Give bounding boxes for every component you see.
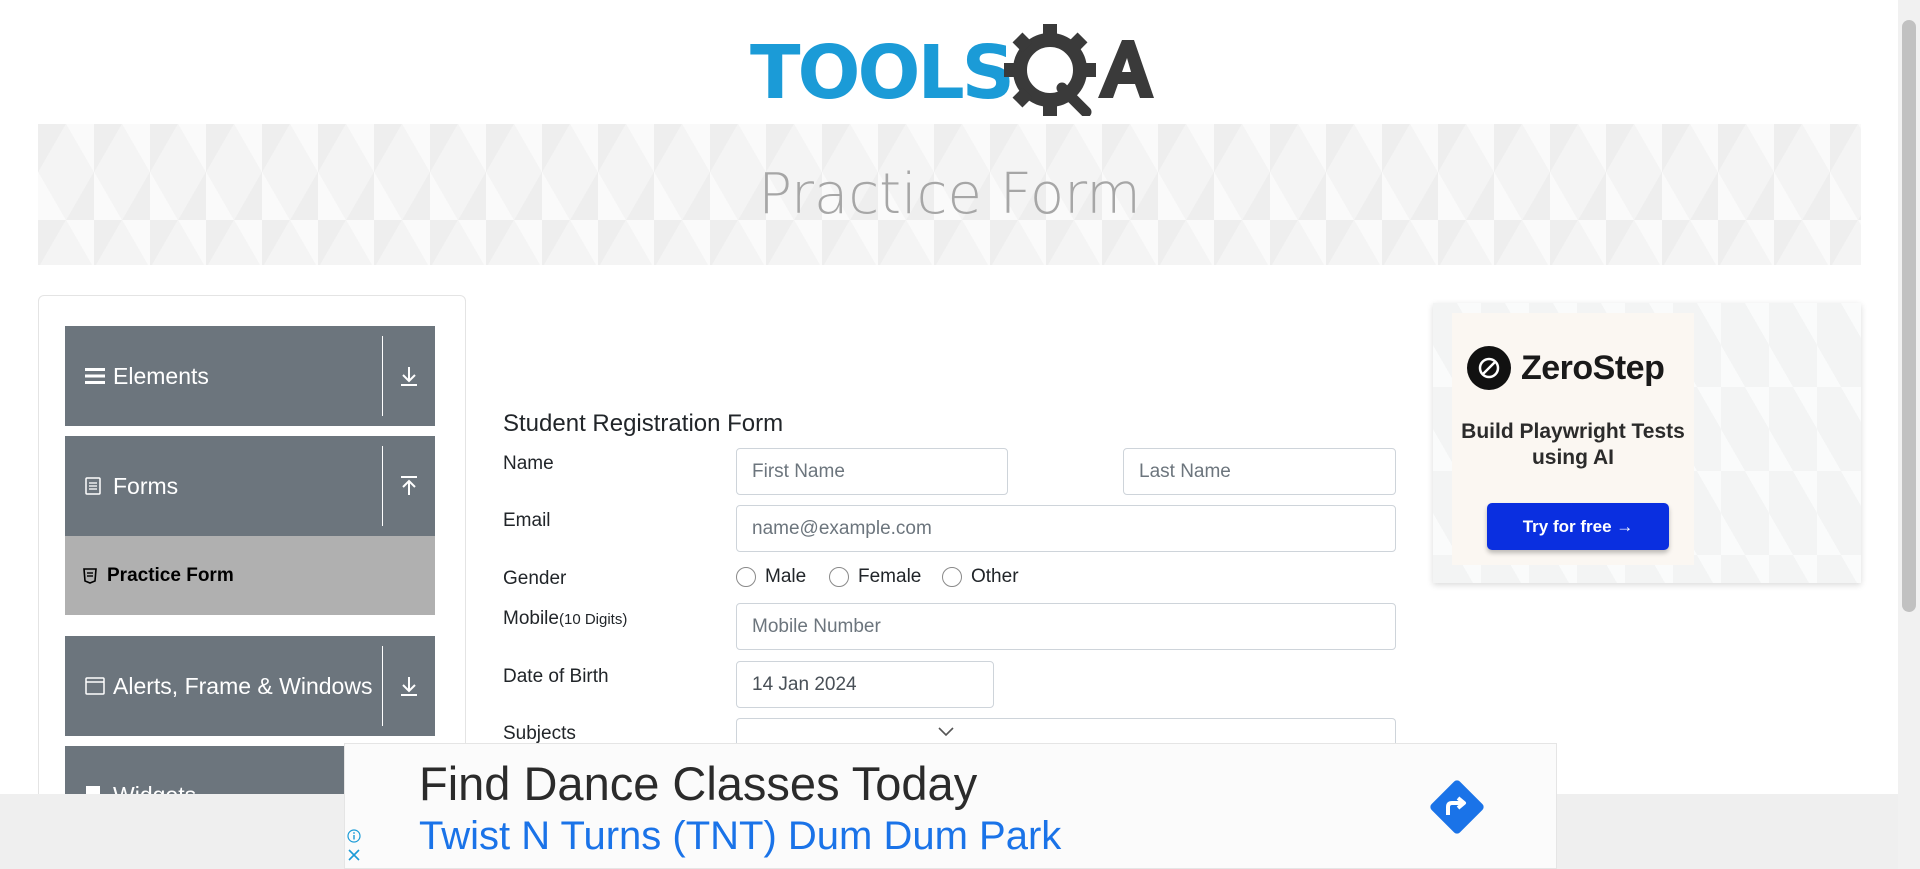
- ad-card: ZeroStep Build Playwright Tests using AI…: [1452, 313, 1694, 565]
- bottom-ad[interactable]: Find Dance Classes Today Twist N Turns (…: [344, 743, 1557, 869]
- try-for-free-button[interactable]: Try for free →: [1487, 503, 1669, 550]
- radio-label: Other: [971, 566, 1019, 587]
- toolsqa-logo[interactable]: TOOLS: [750, 18, 1154, 116]
- dob-input[interactable]: [736, 661, 994, 708]
- sidebar-group-elements[interactable]: Elements: [65, 326, 435, 426]
- svg-text:TOOLS: TOOLS: [750, 30, 1012, 116]
- sidebar-item-practice-form[interactable]: Practice Form: [65, 536, 435, 615]
- document-icon: [85, 477, 107, 495]
- zerostep-logo: ZeroStep: [1467, 346, 1665, 390]
- page-scrollbar[interactable]: [1898, 0, 1920, 869]
- ad-headline[interactable]: Find Dance Classes Today: [419, 756, 977, 811]
- ad-tagline: Build Playwright Tests using AI: [1461, 420, 1685, 469]
- form-title: Student Registration Form: [503, 410, 784, 437]
- radio-label: Female: [858, 566, 922, 587]
- close-icon[interactable]: [347, 848, 361, 862]
- dob-label: Date of Birth: [503, 666, 609, 687]
- mobile-hint: (10 Digits): [558, 611, 628, 628]
- radio-label: Male: [765, 566, 807, 587]
- first-name-input[interactable]: [736, 448, 1008, 495]
- download-arrow-icon[interactable]: [383, 326, 435, 426]
- gender-radio-female[interactable]: Female: [829, 566, 921, 588]
- name-label: Name: [503, 453, 554, 474]
- page-title: Practice Form: [758, 162, 1141, 227]
- gender-radio-male[interactable]: Male: [736, 566, 806, 588]
- sidebar-item-label: Practice Form: [107, 564, 234, 586]
- email-input[interactable]: [736, 505, 1396, 552]
- mobile-input[interactable]: [736, 603, 1396, 650]
- chevron-down-icon[interactable]: [937, 725, 955, 743]
- gender-label: Gender: [503, 568, 567, 589]
- scrollbar-thumb[interactable]: [1902, 20, 1916, 612]
- download-arrow-icon[interactable]: [383, 636, 435, 736]
- ad-subline[interactable]: Twist N Turns (TNT) Dum Dum Park: [419, 814, 1061, 859]
- zerostep-mark-icon: [1467, 346, 1511, 390]
- sidebar-group-forms[interactable]: Forms: [65, 436, 435, 536]
- sidebar-group-alerts[interactable]: Alerts, Frame & Windows: [65, 636, 435, 736]
- sidebar-group-label: Forms: [113, 472, 179, 499]
- mobile-label: Mobile(10 Digits): [503, 608, 627, 630]
- radio-circle[interactable]: [942, 567, 962, 587]
- upload-arrow-icon[interactable]: [383, 436, 435, 536]
- side-ad[interactable]: ZeroStep Build Playwright Tests using AI…: [1433, 303, 1861, 583]
- email-label: Email: [503, 510, 551, 531]
- last-name-input[interactable]: [1123, 448, 1396, 495]
- sidebar-group-label: Elements: [113, 362, 209, 389]
- form-icon: [83, 567, 97, 584]
- radio-circle[interactable]: [736, 567, 756, 587]
- mobile-label-text: Mobile: [503, 608, 559, 629]
- radio-circle[interactable]: [829, 567, 849, 587]
- page-banner: Practice Form: [38, 124, 1861, 265]
- sidebar-group-label: Alerts, Frame & Windows: [113, 672, 373, 699]
- hamburger-icon: [85, 367, 107, 385]
- gender-radio-other[interactable]: Other: [942, 566, 1019, 588]
- info-icon[interactable]: [347, 829, 361, 843]
- window-icon: [85, 677, 107, 695]
- subjects-label: Subjects: [503, 723, 576, 744]
- directions-arrow-icon[interactable]: [1427, 777, 1487, 842]
- brand-name: ZeroStep: [1521, 348, 1665, 387]
